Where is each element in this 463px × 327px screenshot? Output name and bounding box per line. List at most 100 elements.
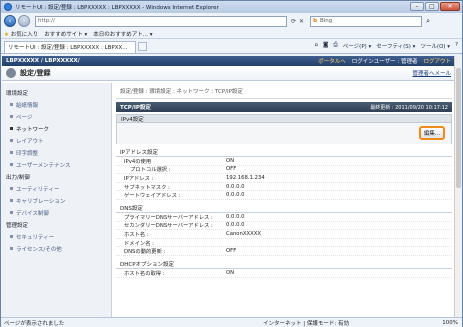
ie-logo-icon bbox=[4, 3, 12, 11]
sidebar-item-paper[interactable]: 給紙情報 bbox=[2, 99, 111, 111]
bing-icon: b bbox=[313, 18, 317, 24]
back-button[interactable]: ‹ bbox=[4, 15, 16, 27]
ip-setting-label: IPアドレス : bbox=[124, 175, 154, 182]
dns-setting-row: プライマリーDNSサーバーアドレス : 0.0.0.0 bbox=[116, 213, 452, 222]
dns-setting-label: ドメイン名 : bbox=[124, 240, 154, 247]
web-page: LBPXXXXX / LBPXXXXX/ ポータルへ ログインユーザー : 管理… bbox=[2, 56, 455, 317]
ip-setting-value: ON bbox=[226, 157, 235, 164]
fav-item-suggested[interactable]: おすすめサイト ▾ bbox=[44, 30, 87, 38]
ip-setting-row: プロトコル選択 : OFF bbox=[116, 166, 452, 175]
last-updated: 最終更新 : 2011/09/20 10:17:12 bbox=[370, 104, 448, 111]
ip-setting-value: 0.0.0.0 bbox=[226, 183, 245, 190]
search-engine-label: Bing bbox=[320, 18, 333, 24]
page-heading: 設定/登録 bbox=[20, 69, 51, 77]
status-bar: ページが表示されました インターネット | 保護モード: 有効 100% bbox=[1, 317, 462, 327]
ip-setting-label: ゲートウェイアドレス : bbox=[124, 193, 181, 200]
title-bar: リモートUI : 設定/登録 : LBPXXXXX : LBPXXXXX - W… bbox=[1, 1, 462, 13]
sidebar-group-output: 出力/制御 bbox=[6, 175, 30, 181]
sidebar-item-license[interactable]: ライセンス/その他 bbox=[2, 243, 111, 255]
search-icon[interactable]: ⌕ bbox=[426, 17, 430, 26]
device-banner: LBPXXXXX / LBPXXXXX/ ポータルへ ログインユーザー : 管理… bbox=[2, 56, 455, 66]
forward-button[interactable]: › bbox=[18, 15, 30, 27]
dns-setting-row: ホスト名 : CanonXXXXX bbox=[116, 230, 452, 239]
logout-link[interactable]: ログアウト bbox=[423, 57, 451, 65]
sidebar-item-print-adjust[interactable]: 印字調整 bbox=[2, 147, 111, 159]
main-content: 設定/登録 : 環境設定 : ネットワーク : TCP/IP設定 TCP/IP設… bbox=[116, 83, 452, 317]
window-title: リモートUI : 設定/登録 : LBPXXXXX : LBPXXXXX - W… bbox=[15, 5, 219, 11]
sidebar-item-page[interactable]: ページ bbox=[2, 111, 111, 123]
dns-setting-row: セカンダリーDNSサーバーアドレス : 0.0.0.0 bbox=[116, 222, 452, 231]
sidebar-item-user-maintenance[interactable]: ユーザーメンテナンス bbox=[2, 159, 111, 171]
ip-setting-value: 0.0.0.0 bbox=[226, 192, 245, 199]
minimize-button[interactable]: – bbox=[410, 2, 424, 11]
dns-setting-value: 0.0.0.0 bbox=[226, 222, 245, 229]
rss-icon[interactable]: ◙ bbox=[323, 42, 328, 50]
refresh-icon[interactable]: ⟳ bbox=[291, 18, 296, 25]
favorites-button[interactable]: ★ お気に入り bbox=[4, 30, 38, 38]
dns-setting-row: DNSの動的更新 : OFF bbox=[116, 247, 452, 256]
dhcp-setting-value: ON bbox=[226, 269, 235, 276]
ip-setting-row: ゲートウェイアドレス : 0.0.0.0 bbox=[116, 191, 452, 200]
sidebar-item-utility[interactable]: ユーティリティー bbox=[2, 183, 111, 195]
ip-setting-row: IPv4の使用 ON bbox=[116, 157, 452, 166]
page-menu[interactable]: ページ(P) ▾ bbox=[343, 42, 372, 50]
address-bar: ‹ › http:// ⟳ ✕ b Bing ⌕ bbox=[1, 13, 462, 29]
close-button[interactable]: ✕ bbox=[440, 2, 460, 11]
sidebar-group-env: 環境設定 bbox=[6, 91, 29, 97]
ip-setting-label: サブネットマスク : bbox=[124, 184, 170, 191]
ip-setting-value: 192.168.1.234 bbox=[226, 174, 265, 181]
sidebar-item-layout[interactable]: レイアウト bbox=[2, 135, 111, 147]
ipv4-header: IPv4設定 bbox=[116, 114, 452, 123]
sidebar-item-security[interactable]: セキュリティー bbox=[2, 231, 111, 243]
safety-menu[interactable]: セーフティ(S) ▾ bbox=[376, 42, 415, 50]
favorites-label: お気に入り bbox=[10, 31, 39, 38]
help-icon[interactable]: ? bbox=[455, 42, 458, 50]
section-title-bar: TCP/IP設定 最終更新 : 2011/09/20 10:17:12 bbox=[116, 102, 452, 112]
favorites-bar: ★ お気に入り おすすめサイト ▾ 本日のおすすめアト... ▾ bbox=[1, 29, 462, 39]
dns-setting-value: 0.0.0.0 bbox=[226, 213, 245, 220]
dns-setting-label: ホスト名 : bbox=[124, 231, 149, 238]
dns-setting-row: ドメイン名 : bbox=[116, 239, 452, 248]
fav-item-today[interactable]: 本日のおすすめアト... ▾ bbox=[93, 30, 152, 38]
tools-menu[interactable]: ツール(O) ▾ bbox=[420, 42, 450, 50]
ip-setting-value: OFF bbox=[226, 166, 237, 173]
page-header: 設定/登録 管理者へメール bbox=[2, 66, 455, 81]
dns-setting-value: OFF bbox=[226, 248, 237, 255]
browser-tab[interactable]: リモートUI : 設定/登録 : LBPXXXXX : LBPXX... bbox=[4, 40, 136, 53]
portal-link[interactable]: ポータルへ bbox=[318, 57, 346, 65]
sidebar: 環境設定 給紙情報 ページ ネットワーク レイアウト 印字調整 ユーザーメンテナ… bbox=[2, 83, 112, 317]
mail-admin-link[interactable]: 管理者へメール bbox=[412, 69, 451, 77]
command-bar: ⌂ ◙ ⎙ ページ(P) ▾ セーフティ(S) ▾ ツール(O) ▾ ? bbox=[315, 42, 458, 50]
dns-section: DNS設定 bbox=[116, 204, 452, 213]
zoom-level[interactable]: 100% bbox=[442, 320, 458, 326]
vertical-scrollbar[interactable] bbox=[454, 56, 461, 317]
ip-setting-label: プロトコル選択 : bbox=[130, 167, 171, 174]
dns-setting-label: プライマリーDNSサーバーアドレス : bbox=[124, 214, 213, 221]
security-zone: インターネット | 保護モード: 有効 bbox=[263, 320, 349, 327]
page-title: TCP/IP設定 bbox=[120, 105, 151, 111]
star-icon: ★ bbox=[4, 31, 9, 38]
ip-setting-row: IPアドレス : 192.168.1.234 bbox=[116, 174, 452, 183]
edit-button[interactable]: 編集... bbox=[419, 126, 445, 140]
print-icon[interactable]: ⎙ bbox=[333, 42, 337, 50]
dhcp-setting-label: ホスト名の取得 : bbox=[124, 270, 165, 277]
dns-setting-label: DNSの動的更新 : bbox=[124, 249, 166, 256]
new-tab-button[interactable] bbox=[138, 42, 147, 51]
ip-setting-row: サブネットマスク : 0.0.0.0 bbox=[116, 183, 452, 192]
dhcp-setting-row: ホスト名の取得 : ON bbox=[116, 269, 452, 278]
maximize-button[interactable]: □ bbox=[425, 2, 439, 11]
sidebar-item-calibration[interactable]: キャリブレーション bbox=[2, 195, 111, 207]
dns-setting-label: セカンダリーDNSサーバーアドレス : bbox=[124, 223, 213, 230]
login-user: ログインユーザー : 管理者 bbox=[351, 59, 418, 65]
scrollbar-thumb[interactable] bbox=[456, 68, 461, 188]
url-input[interactable]: http:// bbox=[35, 15, 287, 27]
device-name: LBPXXXXX / LBPXXXXX/ bbox=[6, 58, 80, 64]
sidebar-group-admin: 管理設定 bbox=[6, 223, 29, 229]
search-input[interactable]: b Bing bbox=[310, 15, 423, 27]
breadcrumb: 設定/登録 : 環境設定 : ネットワーク : TCP/IP設定 bbox=[116, 83, 452, 99]
sidebar-item-device-control[interactable]: デバイス制御 bbox=[2, 207, 111, 219]
dhcp-section: DHCPオプション設定 bbox=[116, 260, 452, 269]
sidebar-item-network[interactable]: ネットワーク bbox=[2, 123, 111, 135]
home-icon[interactable]: ⌂ bbox=[315, 42, 319, 50]
stop-icon[interactable]: ✕ bbox=[299, 18, 304, 25]
